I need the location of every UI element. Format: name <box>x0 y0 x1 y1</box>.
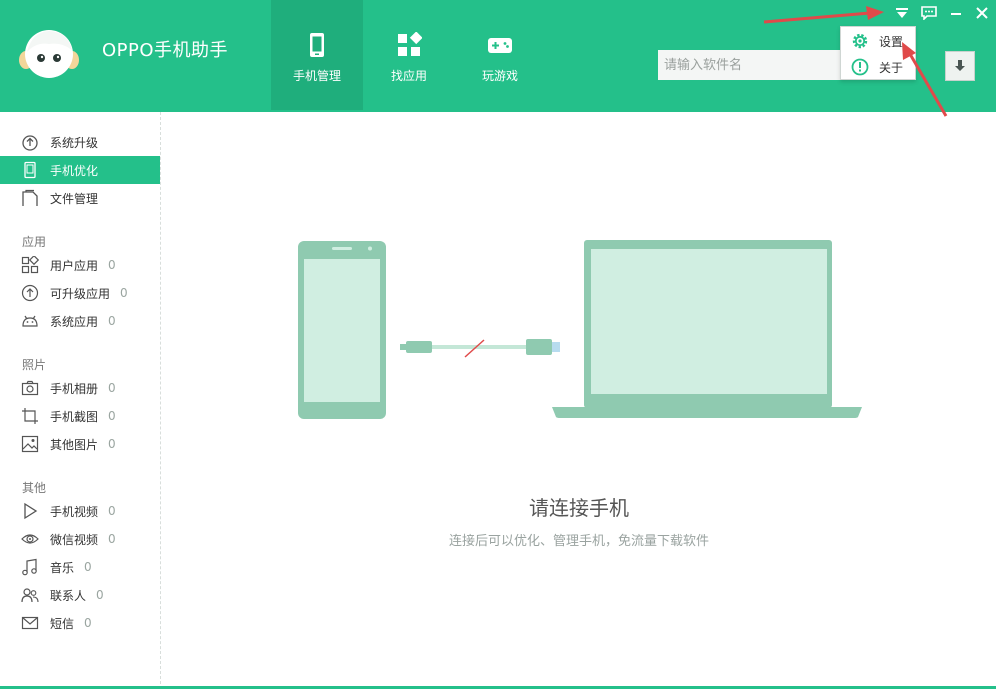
sidebar-item-label: 手机相册 <box>50 381 99 396</box>
item-count: 0 <box>108 437 116 451</box>
minimize-button[interactable] <box>946 4 966 22</box>
sidebar-item-file-management[interactable]: 文件管理 <box>0 184 160 212</box>
sidebar-item-user-apps[interactable]: 用户应用 0 <box>0 251 160 279</box>
section-title-photos: 照片 <box>22 358 47 372</box>
item-count: 0 <box>108 314 116 328</box>
sidebar-item-label: 手机截图 <box>50 409 99 424</box>
app-title: OPPO手机助手 <box>102 40 229 61</box>
sidebar-item-phone-optimize[interactable]: 手机优化 <box>0 156 160 184</box>
play-icon <box>20 501 40 521</box>
dropdown-icon <box>896 8 908 18</box>
sidebar-item-sms[interactable]: 短信 0 <box>0 609 160 637</box>
feedback-button[interactable] <box>919 4 939 22</box>
sidebar-item-label: 可升级应用 <box>50 286 111 301</box>
gamepad-icon <box>488 38 512 53</box>
menu-item-label: 设置 <box>879 34 904 49</box>
gear-icon <box>850 31 870 51</box>
section-title-other: 其他 <box>22 481 47 495</box>
download-icon <box>955 60 965 71</box>
phone-icon <box>310 33 324 57</box>
tab-label: 找应用 <box>390 69 427 83</box>
item-count: 0 <box>108 532 116 546</box>
apps-icon <box>398 32 422 56</box>
sidebar-item-label: 文件管理 <box>50 191 99 206</box>
sidebar-item-phone-album[interactable]: 手机相册 0 <box>0 374 160 402</box>
sidebar-item-system-upgrade[interactable]: 系统升级 <box>0 128 160 156</box>
menu-item-settings[interactable]: 设置 <box>841 28 917 54</box>
settings-dropdown-menu: 设置 关于 <box>840 26 916 80</box>
minimize-icon <box>951 13 961 15</box>
sidebar: 系统升级 手机优化 文件管理 应用 用户应用 0 可升级应用 0 系统应用 0 … <box>0 112 161 689</box>
sidebar-item-label: 手机视频 <box>50 504 99 519</box>
item-count: 0 <box>96 588 104 602</box>
dropdown-menu-button[interactable] <box>892 4 912 22</box>
sidebar-item-upgradable-apps[interactable]: 可升级应用 0 <box>0 279 160 307</box>
music-icon <box>20 557 40 577</box>
menu-item-label: 关于 <box>879 60 904 75</box>
sidebar-item-phone-videos[interactable]: 手机视频 0 <box>0 497 160 525</box>
sidebar-item-system-apps[interactable]: 系统应用 0 <box>0 307 160 335</box>
tab-label: 玩游戏 <box>481 69 518 83</box>
sidebar-item-other-images[interactable]: 其他图片 0 <box>0 430 160 458</box>
tab-find-apps[interactable]: 找应用 <box>363 0 455 110</box>
item-count: 0 <box>108 381 116 395</box>
sidebar-item-label: 联系人 <box>50 588 87 603</box>
mail-icon <box>20 613 40 633</box>
item-count: 0 <box>108 504 116 518</box>
sidebar-item-label: 系统升级 <box>50 135 99 150</box>
close-button[interactable] <box>972 4 992 22</box>
message-icon <box>921 6 937 20</box>
item-count: 0 <box>84 616 92 630</box>
phone-laptop-connection-illustration <box>298 240 862 419</box>
item-count: 0 <box>108 258 116 272</box>
sidebar-item-phone-screenshots[interactable]: 手机截图 0 <box>0 402 160 430</box>
connect-phone-title: 请连接手机 <box>529 496 629 520</box>
sidebar-item-contacts[interactable]: 联系人 0 <box>0 581 160 609</box>
contacts-icon <box>20 585 40 605</box>
tab-play-games[interactable]: 玩游戏 <box>454 0 546 110</box>
item-count: 0 <box>108 409 116 423</box>
item-count: 0 <box>84 560 92 574</box>
oppo-logo-icon <box>19 30 79 78</box>
tab-label: 手机管理 <box>292 69 341 83</box>
sidebar-item-label: 用户应用 <box>50 258 99 273</box>
folder-icon <box>20 188 40 208</box>
menu-item-about[interactable]: 关于 <box>841 54 917 80</box>
grid-icon <box>20 255 40 275</box>
item-count: 0 <box>120 286 128 300</box>
sidebar-item-label: 其他图片 <box>50 437 99 452</box>
sidebar-item-label: 微信视频 <box>50 532 99 547</box>
connect-phone-subtitle: 连接后可以优化、管理手机，免流量下载软件 <box>448 534 709 549</box>
android-icon <box>20 311 40 331</box>
download-manager-button[interactable] <box>945 51 975 81</box>
arrow-up-circle-icon <box>20 283 40 303</box>
section-title-apps: 应用 <box>22 235 47 249</box>
camera-icon <box>20 378 40 398</box>
info-icon <box>850 57 870 77</box>
close-icon <box>976 7 988 19</box>
eye-icon <box>20 529 40 549</box>
sidebar-item-music[interactable]: 音乐 0 <box>0 553 160 581</box>
sidebar-item-label: 音乐 <box>50 560 75 575</box>
sidebar-item-label: 手机优化 <box>50 163 99 178</box>
upgrade-icon <box>20 132 40 152</box>
tab-phone-management[interactable]: 手机管理 <box>271 0 363 110</box>
sidebar-item-wechat-videos[interactable]: 微信视频 0 <box>0 525 160 553</box>
image-icon <box>20 434 40 454</box>
sidebar-item-label: 短信 <box>50 616 75 631</box>
sidebar-item-label: 系统应用 <box>50 314 99 329</box>
crop-icon <box>20 406 40 426</box>
optimize-icon <box>20 160 40 180</box>
search-input[interactable] <box>658 50 844 80</box>
